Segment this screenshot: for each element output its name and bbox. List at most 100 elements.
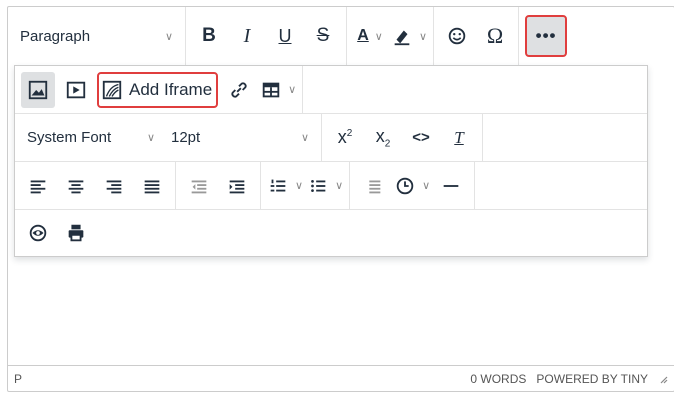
more-group: ••• [519,7,573,65]
block-group: Paragraph ∨ [8,7,186,65]
link-button[interactable] [222,71,256,109]
font-size-label: 12pt [171,129,201,146]
subscript-icon: x2 [376,126,391,150]
insert-datetime-button[interactable]: ∨ [394,167,430,205]
line-height-button[interactable] [356,167,390,205]
block-format-label: Paragraph [20,27,91,45]
italic-button[interactable]: I [230,17,264,55]
chevron-down-icon: ∨ [422,180,431,192]
link-icon [231,81,247,98]
more-icon: ••• [535,26,557,45]
emoticons-button[interactable] [440,17,474,55]
strikethrough-icon: S [316,25,330,46]
drawer-row-3: ∨ ∨ ∨ [15,162,647,210]
special-char-button[interactable]: Ω [478,17,512,55]
highlight-color-button[interactable]: ∨ [391,17,427,55]
code-button[interactable]: <> [404,119,438,157]
align-right-icon [106,180,122,193]
underline-icon: U [278,25,292,46]
image-button[interactable] [21,71,55,108]
view-group [15,210,99,256]
add-iframe-label: Add Iframe [129,79,213,99]
image-icon [28,80,48,99]
chevron-down-icon: ∨ [374,30,383,43]
branding-link[interactable]: POWERED BY TINY [536,372,648,386]
highlight-icon [394,30,410,46]
drawer-row-4 [15,210,647,256]
color-group: A ∨ ∨ [347,7,435,65]
list-group: ∨ ∨ [261,162,351,209]
bold-icon: B [202,25,216,46]
more-button[interactable]: ••• [525,15,568,57]
outdent-button[interactable] [182,167,216,205]
superscript-button[interactable]: x2 [328,119,362,157]
numbered-list-button[interactable]: ∨ [267,167,303,205]
align-left-icon [30,180,46,193]
superscript-exp: 2 [346,128,353,139]
bold-button[interactable]: B [192,17,226,55]
font-family-select[interactable]: System Font ∨ [21,119,161,157]
word-count[interactable]: 0 WORDS [470,372,526,386]
drawer-row-1: Add Iframe ∨ [15,66,647,114]
insert-group: Ω [434,7,520,65]
outdent-icon [191,180,207,193]
align-center-icon [68,180,84,193]
subscript-button[interactable]: x2 [366,119,400,157]
table-button[interactable]: ∨ [260,71,296,109]
status-right: 0 WORDS POWERED BY TINY [460,372,668,386]
text-color-button[interactable]: A ∨ [353,17,387,55]
chevron-down-icon: ∨ [300,132,309,144]
subscript-idx: 2 [384,138,391,150]
clock-icon [396,177,414,194]
indent-icon [229,180,245,193]
chevron-down-icon: ∨ [295,180,304,192]
font-size-select[interactable]: 12pt ∨ [165,119,315,157]
indent-group [176,162,261,209]
chevron-down-icon: ∨ [146,132,155,144]
horizontal-rule-icon [443,184,459,187]
resize-handle-icon[interactable] [658,374,668,384]
status-bar: P 0 WORDS POWERED BY TINY [8,365,674,391]
clear-format-icon: T [454,127,464,147]
numbered-list-icon [270,179,286,191]
print-icon [68,224,84,242]
bullet-list-button[interactable]: ∨ [307,167,343,205]
italic-icon: I [243,24,251,47]
media-icon [66,81,86,98]
element-path[interactable]: P [14,372,22,386]
strikethrough-button[interactable]: S [306,17,340,55]
preview-icon [29,224,47,242]
preview-button[interactable] [21,214,55,252]
tinymce-editor: Paragraph ∨ B I U S A ∨ ∨ Ω ••• Add Ifra… [7,6,674,392]
drawer-row-2: System Font ∨ 12pt ∨ x2 x2 <> T [15,114,647,162]
media-group: Add Iframe ∨ [15,66,304,113]
underline-button[interactable]: U [268,17,302,55]
media-button[interactable] [59,71,93,109]
chevron-down-icon: ∨ [164,30,173,43]
print-button[interactable] [59,214,93,252]
format-group: B I U S [186,7,347,65]
table-icon [262,82,280,97]
main-toolbar: Paragraph ∨ B I U S A ∨ ∨ Ω ••• [8,7,674,65]
extra-group: ∨ [350,162,476,209]
block-format-select[interactable]: Paragraph ∨ [14,17,179,55]
iframe-icon [102,80,122,99]
align-justify-button[interactable] [135,167,169,205]
font-family-label: System Font [27,129,112,146]
script-group: x2 x2 <> T [322,114,483,161]
horizontal-rule-button[interactable] [434,167,468,205]
align-left-button[interactable] [21,167,55,205]
add-iframe-button[interactable]: Add Iframe [97,71,219,108]
toolbar-overflow-drawer: Add Iframe ∨ System Font ∨ 12pt ∨ x2 x2 … [14,65,648,257]
text-color-icon: A [357,27,369,44]
align-right-button[interactable] [97,167,131,205]
chevron-down-icon: ∨ [335,180,344,192]
clear-format-button[interactable]: T [442,119,476,157]
indent-button[interactable] [220,167,254,205]
omega-icon: Ω [486,23,504,48]
superscript-base: x [337,127,347,147]
align-center-button[interactable] [59,167,93,205]
superscript-icon: x2 [338,127,353,148]
chevron-down-icon: ∨ [419,30,428,43]
subscript-base: x [375,125,385,146]
